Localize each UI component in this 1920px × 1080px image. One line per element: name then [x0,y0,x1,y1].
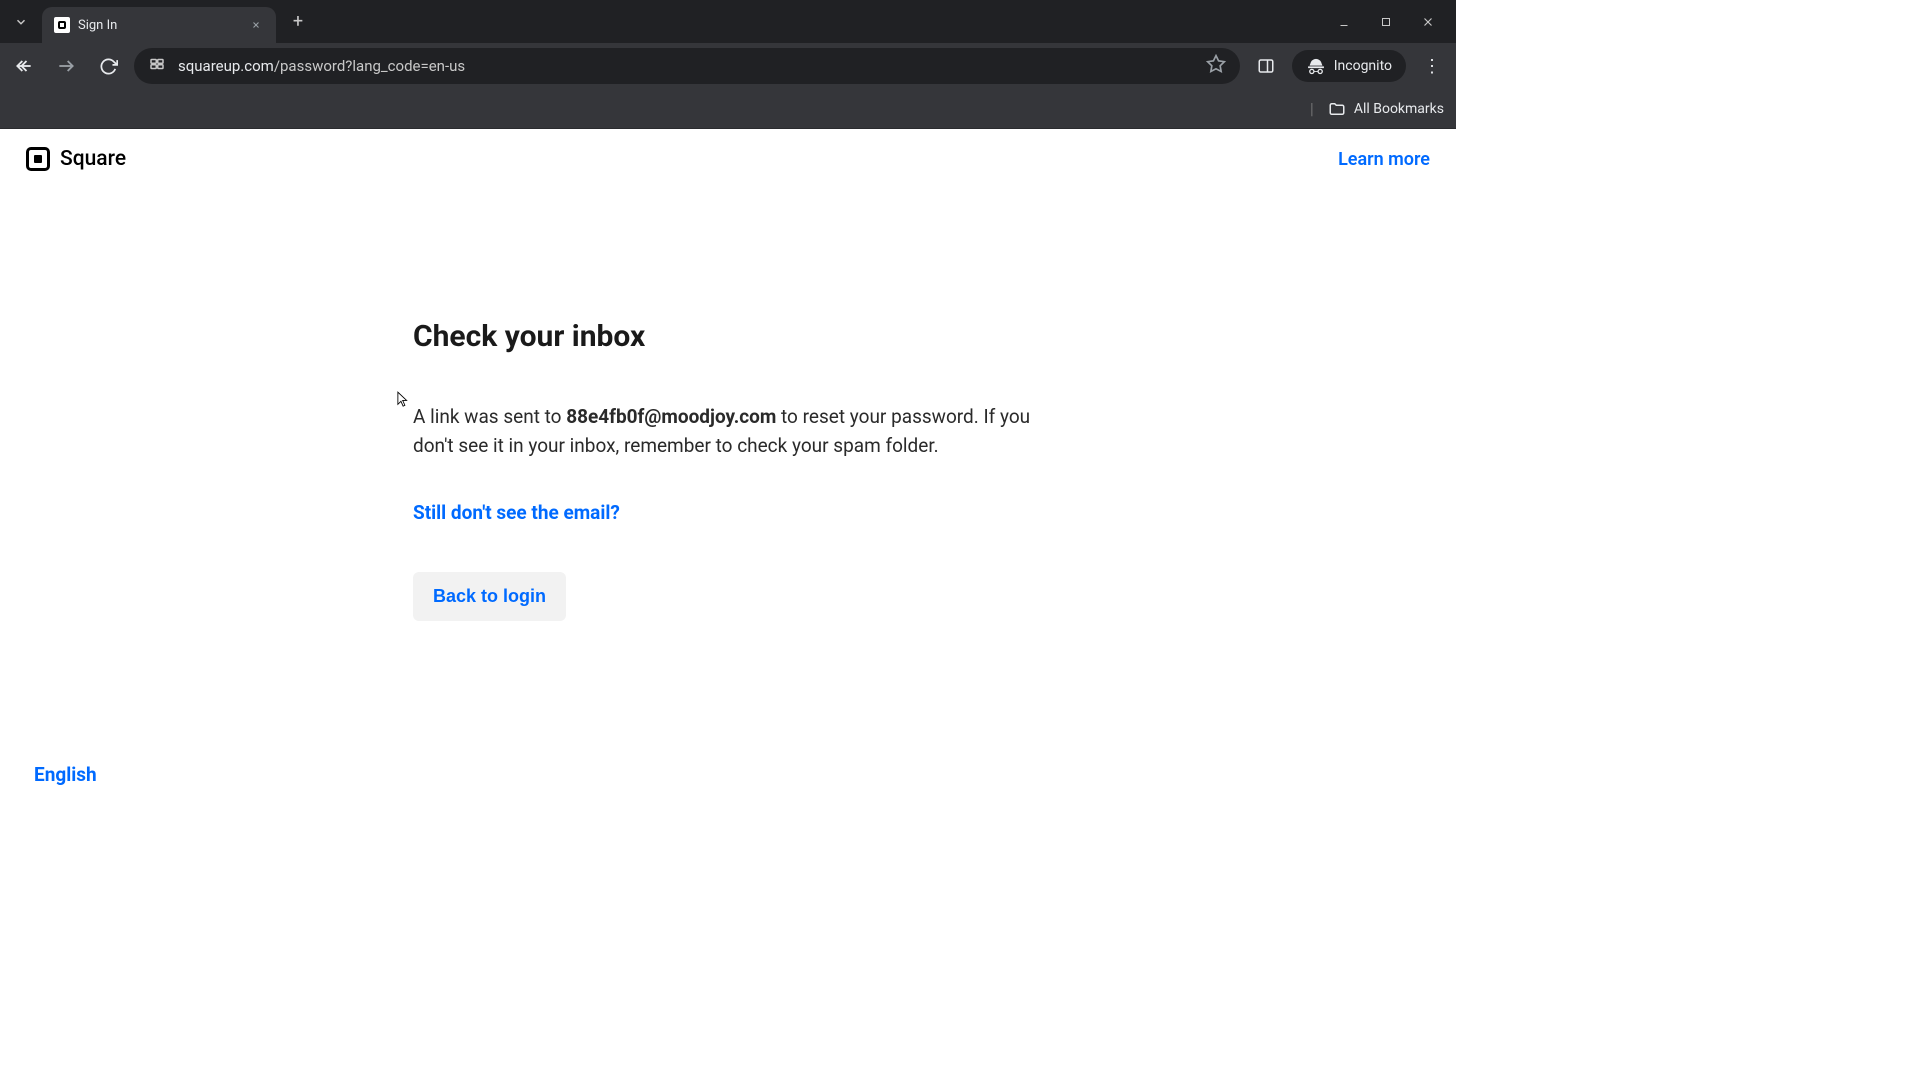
window-controls [1334,12,1456,32]
email-address: 88e4fb0f@moodjoy.com [566,405,776,428]
cursor-icon [397,391,411,409]
incognito-indicator[interactable]: Incognito [1292,50,1406,82]
browser-toolbar: squareup.com/password?lang_code=en-us In… [0,43,1456,89]
all-bookmarks-label: All Bookmarks [1354,101,1444,117]
still-dont-see-link[interactable]: Still don't see the email? [413,501,620,524]
bookmark-star-icon[interactable] [1206,54,1226,78]
site-info-icon[interactable] [148,55,166,77]
incognito-label: Incognito [1334,58,1392,74]
body-text: A link was sent to 88e4fb0f@moodjoy.com … [413,402,1053,461]
tab-title: Sign In [78,18,240,33]
folder-icon [1328,100,1346,118]
minimize-button[interactable] [1334,12,1354,32]
tabs-dropdown-button[interactable] [0,1,42,43]
back-to-login-button[interactable]: Back to login [413,572,566,621]
browser-menu-button[interactable]: ⋮ [1416,50,1448,82]
new-tab-button[interactable]: + [284,8,312,36]
body-prefix: A link was sent to [413,405,566,428]
browser-tabstrip: Sign In + [0,0,1456,43]
maximize-button[interactable] [1376,12,1396,32]
square-logo-icon [26,147,50,171]
language-selector[interactable]: English [34,763,97,786]
page-content: Square Learn more Check your inbox A lin… [0,129,1456,816]
url-text: squareup.com/password?lang_code=en-us [178,57,1194,75]
page-heading: Check your inbox [413,319,1053,354]
forward-nav-button[interactable] [50,50,82,82]
tab-favicon [54,17,70,33]
incognito-icon [1306,56,1326,76]
close-window-button[interactable] [1418,12,1438,32]
main-content: Check your inbox A link was sent to 88e4… [413,319,1053,621]
all-bookmarks-button[interactable]: All Bookmarks [1328,100,1444,118]
learn-more-link[interactable]: Learn more [1338,149,1430,170]
divider: | [1310,99,1314,118]
reload-button[interactable] [92,50,124,82]
square-logo[interactable]: Square [26,147,126,171]
back-nav-button[interactable] [8,50,40,82]
address-bar[interactable]: squareup.com/password?lang_code=en-us [134,48,1240,84]
page-header: Square Learn more [0,129,1456,171]
bookmarks-bar: | All Bookmarks [0,89,1456,129]
tab-close-button[interactable] [248,17,264,33]
brand-name: Square [60,147,126,171]
side-panel-icon[interactable] [1250,50,1282,82]
browser-tab[interactable]: Sign In [42,7,276,43]
